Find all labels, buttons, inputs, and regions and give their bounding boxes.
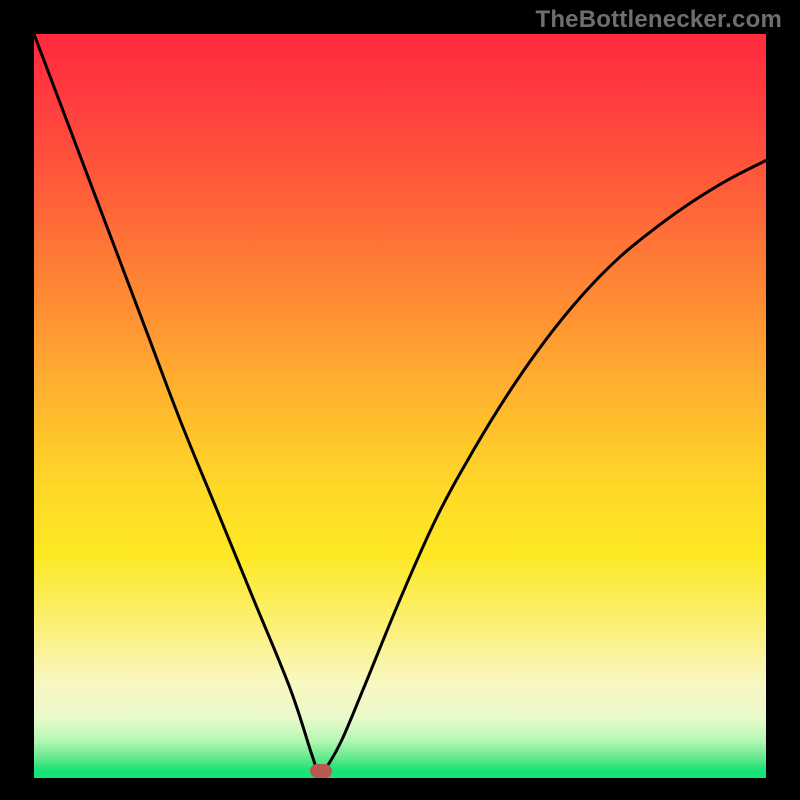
watermark-text: TheBottlenecker.com [535, 6, 782, 34]
plot-area [34, 34, 766, 778]
bottleneck-curve [34, 34, 766, 778]
chart-frame [0, 0, 800, 800]
minimum-marker [310, 764, 332, 778]
